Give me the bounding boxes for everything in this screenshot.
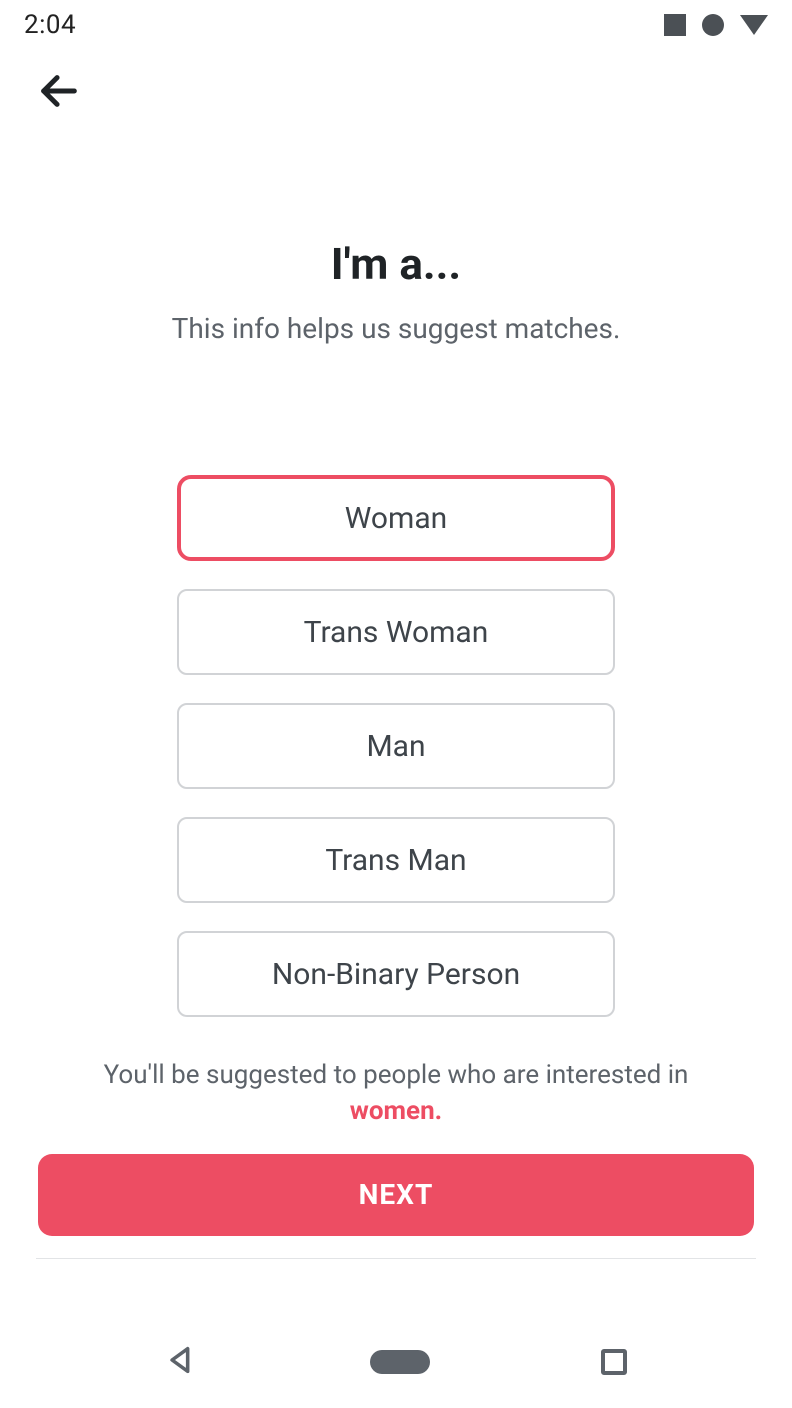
option-man[interactable]: Man	[177, 703, 615, 789]
option-label: Trans Man	[325, 843, 466, 878]
next-button-label: NEXT	[359, 1178, 434, 1211]
option-trans-woman[interactable]: Trans Woman	[177, 589, 615, 675]
suggestion-hint: You'll be suggested to people who are in…	[36, 1057, 756, 1130]
next-button[interactable]: NEXT	[38, 1154, 754, 1236]
status-triangle-icon	[740, 15, 768, 35]
nav-back-icon[interactable]	[165, 1343, 199, 1381]
nav-home-icon[interactable]	[370, 1350, 430, 1374]
gender-options: Woman Trans Woman Man Trans Man Non-Bina…	[36, 475, 756, 1017]
app-header	[0, 50, 792, 118]
system-nav-bar	[0, 1316, 792, 1408]
back-arrow-icon[interactable]	[36, 99, 82, 118]
page-title: I'm a...	[36, 238, 756, 290]
divider	[36, 1258, 756, 1259]
status-circle-icon	[702, 14, 724, 36]
option-label: Trans Woman	[304, 615, 489, 650]
option-label: Woman	[345, 501, 447, 536]
option-label: Man	[366, 729, 425, 764]
option-trans-man[interactable]: Trans Man	[177, 817, 615, 903]
nav-recent-icon[interactable]	[601, 1349, 627, 1375]
option-label: Non-Binary Person	[272, 957, 520, 992]
status-square-icon	[664, 14, 686, 36]
status-icons	[664, 14, 768, 36]
main-content: I'm a... This info helps us suggest matc…	[0, 118, 792, 1259]
option-non-binary[interactable]: Non-Binary Person	[177, 931, 615, 1017]
page-subtitle: This info helps us suggest matches.	[36, 312, 756, 345]
option-woman[interactable]: Woman	[177, 475, 615, 561]
hint-accent: women.	[350, 1096, 442, 1126]
hint-prefix: You'll be suggested to people who are in…	[104, 1060, 689, 1090]
status-time: 2:04	[24, 10, 76, 40]
status-bar: 2:04	[0, 0, 792, 50]
